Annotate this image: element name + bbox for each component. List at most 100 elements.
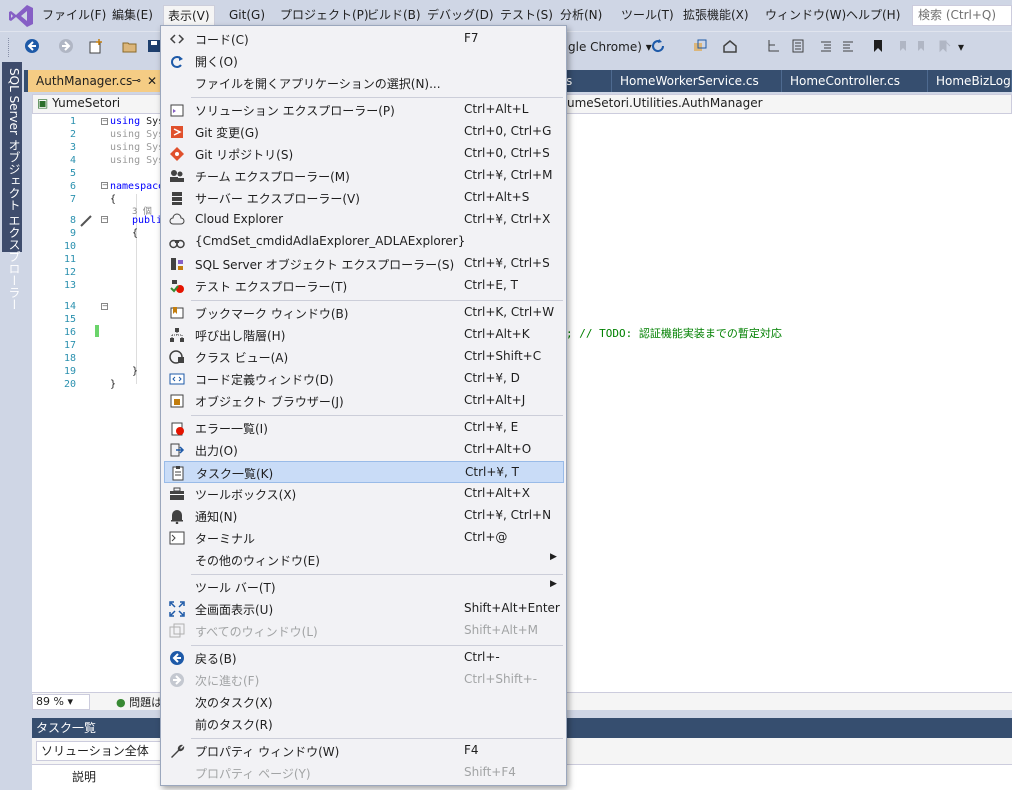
menu-item-test-explorer[interactable]: テスト エクスプローラー(T) Ctrl+E, T [164, 275, 564, 297]
menu-item-sql-server-object-explorer[interactable]: SQL Server オブジェクト エクスプローラー(S) Ctrl+¥, Ct… [164, 253, 564, 275]
open-button[interactable] [122, 38, 138, 56]
next-bookmark-button[interactable] [914, 38, 930, 56]
task-scope-dropdown[interactable]: ソリューション全体 [36, 741, 166, 761]
clear-bookmarks-button[interactable] [936, 38, 952, 56]
zoom-dropdown[interactable]: 89 % ▾ [32, 694, 90, 710]
class-dropdown[interactable]: umeSetori.Utilities.AuthManager [567, 96, 763, 110]
menu-analyze[interactable]: 分析(N) [556, 5, 606, 26]
tab-homeworkerservice[interactable]: HomeWorkerService.cs [612, 70, 782, 92]
menu-item-full-screen[interactable]: 全画面表示(U) Shift+Alt+Enter [164, 598, 564, 620]
menu-item-terminal[interactable]: ターミナル Ctrl+@ [164, 527, 564, 549]
menu-item-notifications[interactable]: 通知(N) Ctrl+¥, Ctrl+N [164, 505, 564, 527]
menu-item-adla-explorer[interactable]: {CmdSet_cmdidAdlaExplorer_ADLAExplorer} [164, 231, 564, 253]
menu-item-toolbars[interactable]: ツール バー(T) ▶ [164, 576, 564, 598]
close-icon[interactable]: ✕ [147, 70, 157, 92]
new-project-button[interactable] [88, 38, 104, 56]
menu-item-output[interactable]: 出力(O) Ctrl+Alt+O [164, 439, 564, 461]
code-line-using: using Sys [110, 116, 164, 127]
menu-item-solution-explorer[interactable]: ソリューション エクスプローラー(P) Ctrl+Alt+L [164, 99, 564, 121]
files-button[interactable] [790, 38, 806, 56]
code-brace: { [110, 194, 117, 205]
menu-item-task-list[interactable]: タスク一覧(K) Ctrl+¥, T [164, 461, 564, 483]
menu-extensions[interactable]: 拡張機能(X) [679, 5, 753, 26]
cloud-icon [169, 213, 185, 225]
pin-icon[interactable]: ⊸ [132, 70, 141, 92]
menu-tools[interactable]: ツール(T) [617, 5, 678, 26]
issues-indicator[interactable]: ● 問題は [116, 694, 162, 710]
menu-edit[interactable]: 編集(E) [108, 5, 157, 26]
visual-studio-logo-icon[interactable] [8, 4, 34, 28]
menu-item-shortcut: Ctrl+¥, Ctrl+M [464, 168, 553, 182]
bell-icon [171, 510, 183, 524]
menu-item-call-hierarchy[interactable]: 呼び出し階層(H) Ctrl+Alt+K [164, 324, 564, 346]
fold-toggle[interactable]: − [101, 216, 108, 223]
indent-button[interactable] [840, 38, 856, 56]
menu-item-open-with[interactable]: ファイルを開くアプリケーションの選択(N)... [164, 72, 564, 94]
solution-button[interactable] [722, 38, 738, 56]
menu-debug[interactable]: デバッグ(D) [423, 5, 498, 26]
menu-file[interactable]: ファイル(F) [38, 5, 110, 26]
line-number: 18 [63, 353, 76, 364]
fold-toggle[interactable]: − [101, 182, 108, 189]
tree-button[interactable] [766, 38, 782, 56]
menu-item-object-browser[interactable]: オブジェクト ブラウザー(J) Ctrl+Alt+J [164, 390, 564, 412]
menu-item-property-pages[interactable]: プロパティ ページ(Y) Shift+F4 [164, 762, 564, 784]
menu-item-navigate-back[interactable]: 戻る(B) Ctrl+- [164, 647, 564, 669]
menu-item-server-explorer[interactable]: サーバー エクスプローラー(V) Ctrl+Alt+S [164, 187, 564, 209]
change-indicator [95, 325, 99, 337]
search-input[interactable]: 検索 (Ctrl+Q) [912, 5, 1012, 26]
menu-item-class-view[interactable]: クラス ビュー(A) Ctrl+Shift+C [164, 346, 564, 368]
menu-item-navigate-forward[interactable]: 次に進む(F) Ctrl+Shift+- [164, 669, 564, 691]
menu-item-label: クラス ビュー(A) [195, 351, 289, 365]
fold-toggle[interactable]: − [101, 118, 108, 125]
menu-separator [191, 738, 563, 739]
menu-view[interactable]: 表示(V) [163, 5, 215, 26]
menu-item-bookmark-window[interactable]: ブックマーク ウィンドウ(B) Ctrl+K, Ctrl+W [164, 302, 564, 324]
menu-item-shortcut: Ctrl+0, Ctrl+G [464, 124, 552, 138]
tab-homecontroller[interactable]: HomeController.cs [782, 70, 928, 92]
sql-server-object-explorer-tab[interactable]: SQL Server オブジェクト エクスプローラー [2, 62, 22, 311]
browser-link-button[interactable] [692, 38, 708, 56]
output-icon [170, 443, 185, 457]
refresh-button[interactable] [650, 38, 666, 56]
browser-target-dropdown[interactable]: gle Chrome) ▾ [568, 38, 652, 56]
toolbar-grip[interactable] [8, 38, 12, 57]
menu-item-code[interactable]: コード(C) F7 [164, 28, 564, 50]
menu-item-git-changes[interactable]: Git 変更(G) Ctrl+0, Ctrl+G [164, 121, 564, 143]
menu-item-toolbox[interactable]: ツールボックス(X) Ctrl+Alt+X [164, 483, 564, 505]
prev-bookmark-button[interactable] [894, 38, 910, 56]
line-number: 20 [63, 379, 76, 390]
tab-homebizlogic[interactable]: HomeBizLogic [928, 70, 1012, 92]
paintbrush-icon[interactable] [79, 215, 93, 227]
forward-button[interactable] [58, 38, 74, 56]
menu-item-cloud-explorer[interactable]: Cloud Explorer Ctrl+¥, Ctrl+X [164, 209, 564, 231]
menu-test[interactable]: テスト(S) [496, 5, 557, 26]
back-button[interactable] [24, 38, 40, 56]
project-name: YumeSetori [52, 96, 121, 110]
menu-item-shortcut: Ctrl+0, Ctrl+S [464, 146, 550, 160]
menu-item-code-definition[interactable]: コード定義ウィンドウ(D) Ctrl+¥, D [164, 368, 564, 390]
toolbar-overflow-button[interactable]: ▾ [958, 38, 964, 56]
outdent-button[interactable] [818, 38, 834, 56]
column-header-description[interactable]: 説明 [72, 768, 96, 785]
menu-item-shortcut: Ctrl+Shift+- [464, 672, 538, 686]
menu-help[interactable]: ヘルプ(H) [842, 5, 904, 26]
menu-item-previous-task[interactable]: 前のタスク(R) [164, 713, 564, 735]
menu-item-error-list[interactable]: エラー一覧(I) Ctrl+¥, E [164, 417, 564, 439]
bookmark-toggle-button[interactable] [870, 38, 886, 56]
menu-git[interactable]: Git(G) [225, 5, 269, 26]
fold-toggle[interactable]: − [101, 303, 108, 310]
todo-comment: ; // TODO: 認証機能実装までの暫定対応 [566, 327, 782, 340]
project-dropdown[interactable]: ▣ YumeSetori [37, 96, 120, 110]
menu-item-open[interactable]: 開く(O) [164, 50, 564, 72]
menu-item-team-explorer[interactable]: チーム エクスプローラー(M) Ctrl+¥, Ctrl+M [164, 165, 564, 187]
menu-project[interactable]: プロジェクト(P) [276, 5, 373, 26]
menu-item-all-windows[interactable]: すべてのウィンドウ(L) Shift+Alt+M [164, 620, 564, 642]
menu-item-git-repository[interactable]: Git リポジトリ(S) Ctrl+0, Ctrl+S [164, 143, 564, 165]
menu-window[interactable]: ウィンドウ(W) [761, 5, 850, 26]
menu-item-other-windows[interactable]: その他のウィンドウ(E) ▶ [164, 549, 564, 571]
tab-authmanager[interactable]: AuthManager.cs ⊸ ✕ [28, 70, 164, 92]
menu-item-next-task[interactable]: 次のタスク(X) [164, 691, 564, 713]
menu-build[interactable]: ビルド(B) [363, 5, 425, 26]
menu-item-properties-window[interactable]: プロパティ ウィンドウ(W) F4 [164, 740, 564, 762]
